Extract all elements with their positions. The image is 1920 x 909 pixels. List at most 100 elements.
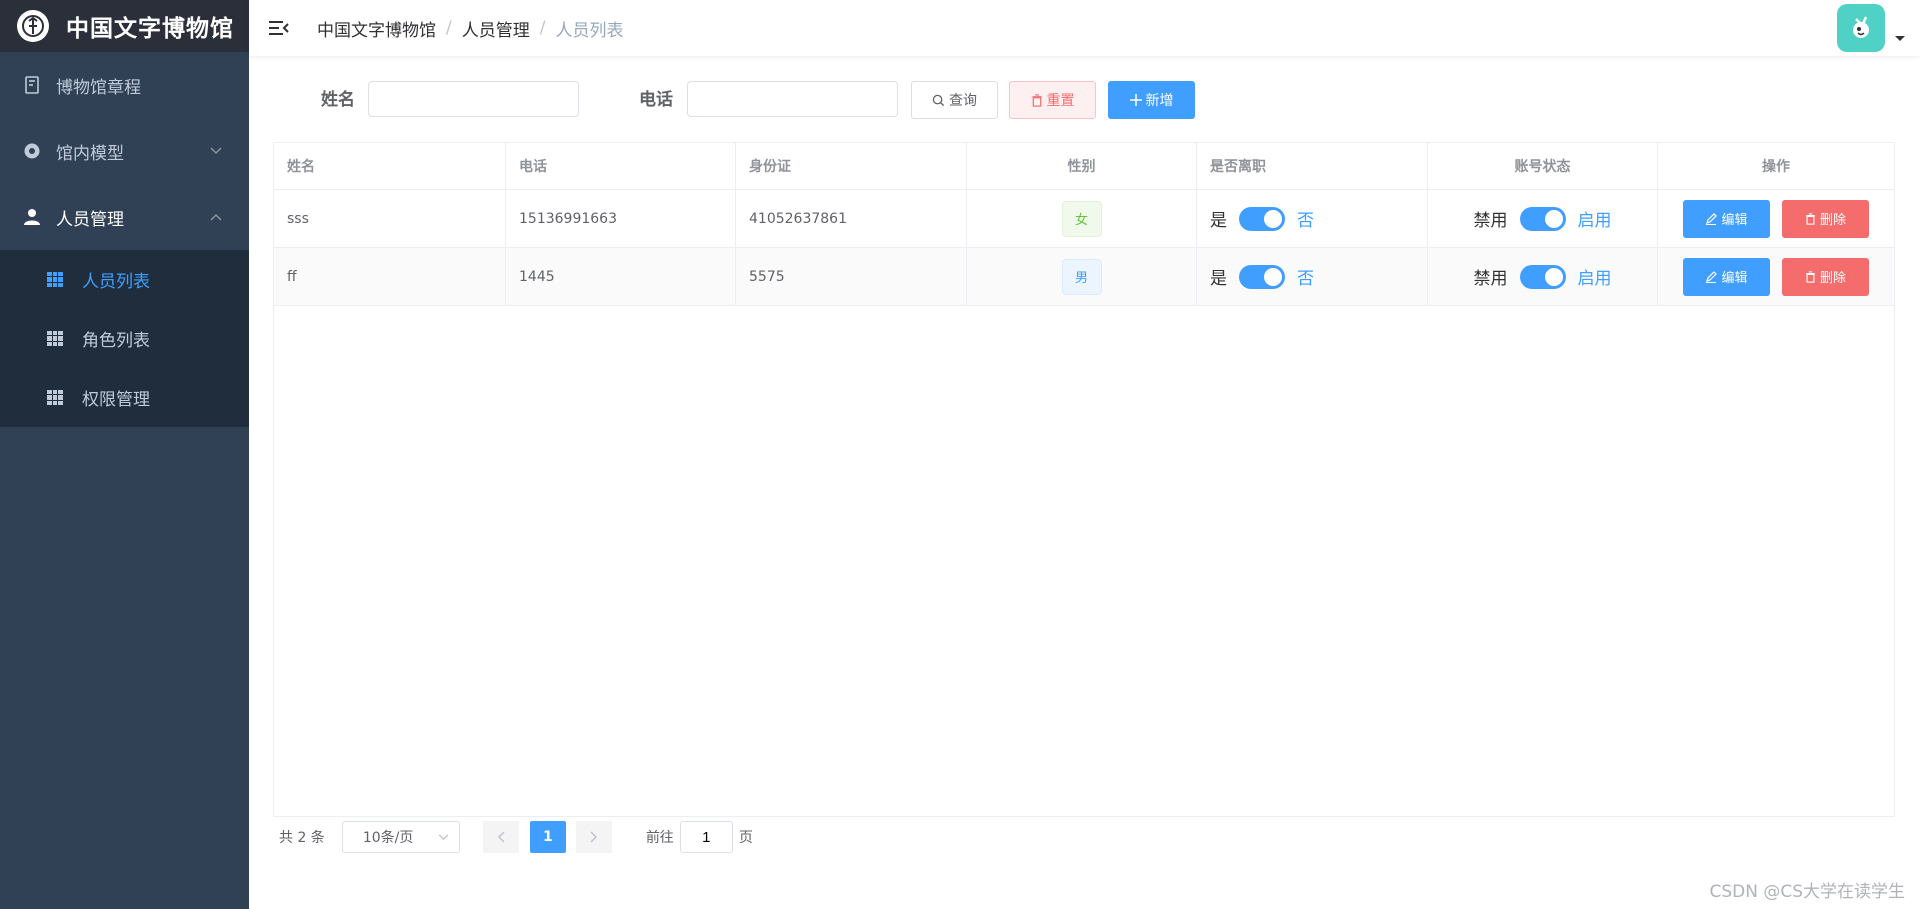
prev-page-button[interactable] bbox=[482, 821, 519, 853]
app-title: 中国文字博物馆 bbox=[66, 16, 234, 42]
avatar[interactable] bbox=[1837, 4, 1885, 52]
user-menu-caret-icon[interactable] bbox=[1895, 36, 1905, 41]
status-toggle[interactable] bbox=[1519, 264, 1566, 289]
sidebar-item-label: 角色列表 bbox=[82, 331, 150, 351]
logo-bar[interactable]: 中国文字博物馆 bbox=[0, 0, 249, 52]
column-header-actions: 操作 bbox=[1762, 159, 1790, 175]
page-suffix-label: 页 bbox=[738, 830, 753, 846]
sidebar-item-model[interactable]: 馆内模型 bbox=[0, 118, 249, 184]
chevron-right-icon bbox=[590, 831, 597, 843]
status-enabled-label: 启用 bbox=[1577, 211, 1612, 231]
status-disabled-label: 禁用 bbox=[1473, 269, 1508, 289]
breadcrumb-home[interactable]: 中国文字博物馆 bbox=[317, 16, 436, 41]
cell-resigned: 是 否 bbox=[1197, 248, 1428, 305]
cell-status: 禁用 启用 bbox=[1428, 248, 1658, 305]
plus-icon bbox=[1129, 94, 1142, 106]
cell-status: 禁用 启用 bbox=[1428, 190, 1658, 247]
status-enabled-label: 启用 bbox=[1577, 269, 1612, 289]
sidebar-item-label: 博物馆章程 bbox=[56, 77, 141, 98]
cell-id-card: 41052637861 bbox=[736, 190, 967, 247]
phone-input[interactable] bbox=[687, 81, 898, 117]
sidebar: 中国文字博物馆 博物馆章程 馆内模型 人员管理 人员列表 角色列表 权限管理 bbox=[0, 0, 249, 909]
status-toggle[interactable] bbox=[1519, 206, 1566, 231]
table-icon bbox=[47, 389, 63, 406]
breadcrumb: 中国文字博物馆 / 人员管理 / 人员列表 bbox=[317, 16, 623, 41]
edit-button-label: 编辑 bbox=[1721, 271, 1748, 286]
search-form: 姓名 电话 查询 重置 新增 bbox=[249, 80, 1920, 120]
sidebar-item-permissions[interactable]: 权限管理 bbox=[0, 368, 249, 427]
reset-button[interactable]: 重置 bbox=[1009, 81, 1096, 119]
name-input[interactable] bbox=[368, 81, 579, 117]
add-button-label: 新增 bbox=[1145, 93, 1174, 109]
table-header-row: 姓名 电话 身份证 性别 是否离职 账号状态 操作 bbox=[274, 143, 1894, 190]
sidebar-item-label: 人员管理 bbox=[56, 209, 124, 230]
delete-button[interactable]: 删除 bbox=[1782, 199, 1869, 238]
cell-actions: 编辑 删除 bbox=[1658, 248, 1894, 305]
table-row: ff 1445 5575 男 是 否 禁用 启用 编辑 删除 bbox=[274, 248, 1894, 306]
status-disabled-label: 禁用 bbox=[1473, 211, 1508, 231]
next-page-button[interactable] bbox=[575, 821, 612, 853]
delete-button[interactable]: 删除 bbox=[1782, 257, 1869, 296]
trash-icon bbox=[1031, 93, 1042, 107]
page-size-value: 10条/页 bbox=[362, 830, 414, 846]
table-row: sss 15136991663 41052637861 女 是 否 禁用 启用 … bbox=[274, 190, 1894, 248]
chevron-up-icon bbox=[210, 213, 222, 221]
cell-phone: 15136991663 bbox=[506, 190, 736, 247]
cell-gender: 女 bbox=[967, 190, 1197, 247]
sidebar-item-staff[interactable]: 人员管理 bbox=[0, 184, 249, 250]
user-icon bbox=[21, 208, 43, 226]
breadcrumb-current: 人员列表 bbox=[555, 20, 624, 41]
cell-id-card: 5575 bbox=[736, 248, 967, 305]
page-number-button[interactable]: 1 bbox=[529, 821, 566, 853]
sidebar-item-staff-list[interactable]: 人员列表 bbox=[0, 250, 249, 309]
sidebar-item-label: 权限管理 bbox=[82, 390, 150, 410]
chevron-left-icon bbox=[497, 831, 505, 843]
resigned-toggle[interactable] bbox=[1239, 264, 1285, 289]
staff-table: 姓名 电话 身份证 性别 是否离职 账号状态 操作 sss 1513699166… bbox=[273, 142, 1895, 817]
lifebuoy-icon bbox=[21, 142, 43, 160]
delete-button-label: 删除 bbox=[1819, 271, 1846, 286]
pagination-total: 共 2 条 bbox=[279, 830, 325, 846]
cell-resigned: 是 否 bbox=[1197, 190, 1428, 247]
resigned-toggle[interactable] bbox=[1239, 206, 1285, 231]
page-size-select[interactable]: 10条/页 bbox=[341, 821, 460, 853]
cell-gender: 男 bbox=[967, 248, 1197, 305]
breadcrumb-separator: / bbox=[446, 18, 452, 38]
trash-icon bbox=[1806, 270, 1815, 283]
column-header-resigned: 是否离职 bbox=[1197, 143, 1428, 189]
resigned-yes-label: 是 bbox=[1210, 269, 1227, 289]
edit-button[interactable]: 编辑 bbox=[1683, 257, 1770, 296]
sidebar-item-label: 馆内模型 bbox=[56, 143, 124, 164]
breadcrumb-separator: / bbox=[539, 18, 546, 38]
column-header-gender: 性别 bbox=[967, 143, 1197, 189]
pagination: 共 2 条 10条/页 1 前往 页 bbox=[279, 820, 753, 854]
trash-icon bbox=[1806, 212, 1815, 225]
sidebar-item-charter[interactable]: 博物馆章程 bbox=[0, 52, 249, 118]
phone-label: 电话 bbox=[639, 90, 673, 110]
hamburger-icon[interactable] bbox=[269, 18, 289, 38]
goto-page-input[interactable] bbox=[679, 821, 733, 853]
chevron-down-icon bbox=[438, 830, 449, 841]
add-button[interactable]: 新增 bbox=[1108, 81, 1195, 119]
cell-actions: 编辑 删除 bbox=[1658, 190, 1894, 247]
gender-tag: 男 bbox=[1061, 258, 1102, 295]
museum-logo-icon bbox=[17, 10, 49, 42]
book-icon bbox=[21, 76, 43, 94]
query-button[interactable]: 查询 bbox=[911, 81, 998, 119]
column-header-status: 账号状态 bbox=[1428, 143, 1658, 189]
edit-icon bbox=[1706, 270, 1718, 283]
column-header-phone: 电话 bbox=[506, 143, 736, 189]
resigned-yes-label: 是 bbox=[1210, 211, 1227, 231]
cell-phone: 1445 bbox=[506, 248, 736, 305]
sidebar-item-role-list[interactable]: 角色列表 bbox=[0, 309, 249, 368]
column-header-name: 姓名 bbox=[274, 143, 506, 189]
resigned-no-label: 否 bbox=[1297, 269, 1314, 289]
edit-button[interactable]: 编辑 bbox=[1683, 199, 1770, 238]
breadcrumb-staff[interactable]: 人员管理 bbox=[462, 16, 530, 41]
gender-tag: 女 bbox=[1061, 200, 1102, 237]
table-icon bbox=[47, 271, 63, 288]
avatar-image-icon bbox=[1853, 16, 1869, 38]
edit-button-label: 编辑 bbox=[1721, 213, 1748, 228]
reset-button-label: 重置 bbox=[1046, 93, 1075, 109]
cell-name: sss bbox=[274, 190, 506, 247]
